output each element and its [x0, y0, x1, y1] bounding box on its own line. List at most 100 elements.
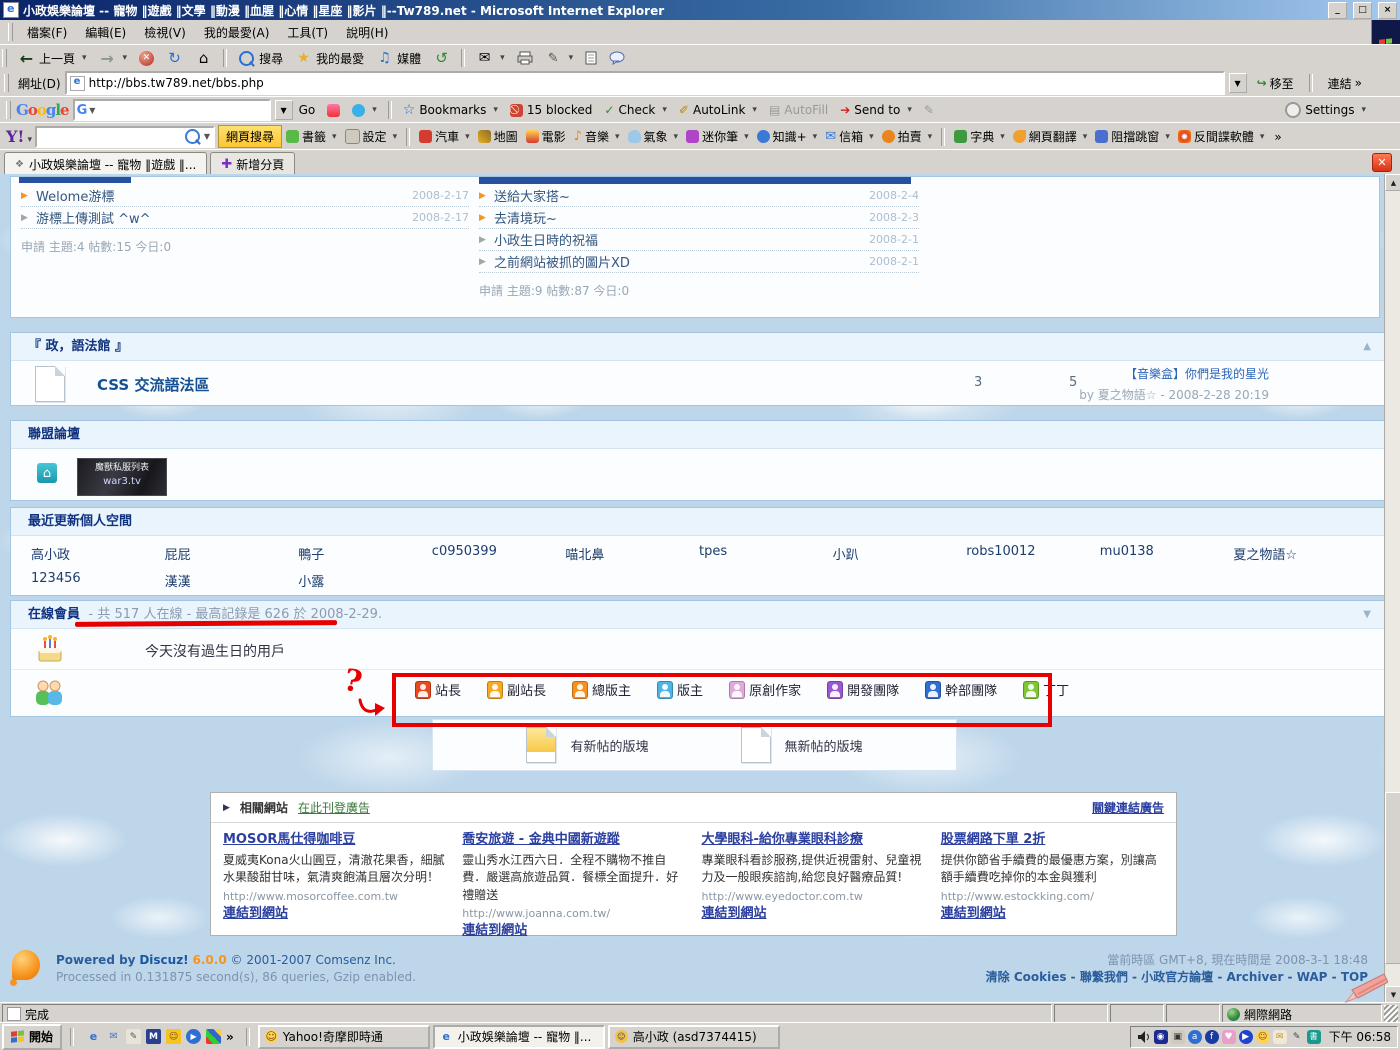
stop-button[interactable]: ✕ [133, 48, 160, 69]
alliance-banner[interactable]: 魔獸私服列表 war3.tv [77, 458, 167, 496]
network-icon[interactable]: ▣ [1171, 1030, 1185, 1044]
thread-row[interactable]: ▶ 之前網站被抓的圖片XD 2008-2-1 [479, 251, 919, 273]
ad-visit-link[interactable]: 連結到網站 [702, 905, 925, 924]
user-link[interactable]: tpes [699, 544, 833, 563]
yahoo-dictionary-button[interactable]: 字典 [950, 126, 1009, 147]
messenger-a-icon[interactable]: a [1188, 1030, 1202, 1044]
toolbar-close-button[interactable]: ✕ [1372, 153, 1392, 172]
thread-title[interactable]: Welome游標 [36, 186, 114, 205]
ime-icon[interactable]: 書 [1307, 1030, 1321, 1044]
address-dropdown-button[interactable]: ▼ [1229, 73, 1247, 93]
user-link[interactable]: 123456 [31, 571, 165, 590]
yahoo-movies-button[interactable]: 電影 [522, 126, 570, 147]
home-button[interactable]: ⌂ [189, 47, 218, 70]
mail-notify-icon[interactable]: ✉ [1273, 1030, 1287, 1044]
task-window-chat[interactable]: ☺ 高小政 (asd7374415) [608, 1025, 780, 1049]
editor-icon[interactable]: ✎ [126, 1029, 141, 1044]
yahoo-auction-button[interactable]: 拍賣 [878, 126, 937, 147]
menu-tools[interactable]: 工具(T) [278, 21, 337, 44]
yahoo-mail-button[interactable]: ✉信箱 [821, 126, 877, 147]
google-news-button[interactable] [321, 101, 346, 120]
highlighter-button[interactable]: ✎ [918, 100, 940, 120]
smiley-tray-icon[interactable]: ☺ [1256, 1030, 1270, 1044]
footer-links[interactable]: 清除 Cookies - 聯繫我們 - 小政官方論壇 - Archiver - … [986, 969, 1368, 986]
close-button[interactable]: × [1378, 2, 1397, 19]
user-link[interactable]: 小露 [298, 571, 432, 590]
menu-help[interactable]: 說明(H) [337, 21, 397, 44]
pet-icon[interactable]: ☺ [166, 1029, 181, 1044]
thread-row[interactable]: ▶ 去清境玩~ 2008-2-3 [479, 207, 919, 229]
collapse-icon[interactable]: ▲ [1363, 333, 1371, 360]
google-search-dropdown[interactable]: ▼ [275, 100, 293, 120]
ad-visit-link[interactable]: 連結到網站 [941, 905, 1164, 924]
section-header[interactable]: 聯盟論壇 [11, 421, 1387, 449]
pen-tray-icon[interactable]: ✎ [1290, 1030, 1304, 1044]
links-button[interactable]: 連結 » [1322, 74, 1368, 93]
taskbar-clock[interactable]: 下午 06:58 [1329, 1028, 1391, 1045]
favorites-button[interactable]: ★ 我的最愛 [289, 47, 370, 70]
section-header[interactable]: 『 政，語法館 』 ▲ [11, 333, 1387, 361]
outlook-icon[interactable]: ✉ [106, 1029, 121, 1044]
start-button[interactable]: 開始 [2, 1024, 62, 1050]
user-link[interactable]: 鴨子 [298, 544, 432, 563]
thread-title[interactable]: 送給大家搭~ [494, 186, 570, 205]
minimize-button[interactable]: _ [1328, 2, 1347, 19]
yahoo-settings-button[interactable]: 設定 [341, 126, 402, 147]
history-button[interactable]: ↺ [427, 47, 456, 70]
toolbar-grip[interactable] [4, 74, 9, 92]
print-button[interactable] [511, 48, 539, 68]
user-link[interactable]: 夏之物語☆ [1233, 544, 1367, 563]
menu-file[interactable]: 檔案(F) [18, 21, 76, 44]
last-post-link[interactable]: 【音樂盒】你們是我的星光 [1079, 365, 1269, 382]
search-button[interactable]: 搜尋 [232, 47, 289, 70]
sendto-button[interactable]: ➔ Send to [834, 100, 918, 120]
thread-row[interactable]: ▶ Welome游標 2008-2-17 [21, 185, 469, 207]
user-link[interactable]: robs10012 [966, 544, 1100, 563]
resize-grip[interactable] [1384, 1005, 1398, 1023]
task-window-messenger[interactable]: ☺ Yahoo!奇摩即時通 [258, 1025, 430, 1049]
ad-visit-link[interactable]: 連結到網站 [223, 905, 446, 924]
address-input[interactable]: http://bbs.tw789.net/bbs.php [65, 71, 1225, 95]
dropdown-arrow-icon[interactable]: ▼ [89, 106, 95, 115]
yahoo-music-button[interactable]: ♪音樂 [570, 126, 624, 147]
discuz-brand-link[interactable]: Discuz! [139, 953, 188, 967]
collapse-icon[interactable]: ▼ [1363, 601, 1371, 628]
user-link[interactable]: 漢漢 [165, 571, 299, 590]
user-link[interactable]: 喵北鼻 [565, 544, 699, 563]
ad-visit-link[interactable]: 連結到網站 [462, 922, 685, 941]
autolink-button[interactable]: ✐ AutoLink [673, 100, 763, 120]
thread-title[interactable]: 去清境玩~ [494, 208, 557, 227]
maximize-button[interactable]: □ [1353, 2, 1372, 19]
last-post-by[interactable]: by 夏之物語☆ - 2008-2-28 20:19 [1079, 386, 1269, 403]
yahoo-minipen-button[interactable]: 迷你筆 [682, 126, 753, 147]
messenger-f-icon[interactable]: f [1205, 1030, 1219, 1044]
back-button[interactable]: ← 上一頁 [12, 47, 93, 70]
ad-title-link[interactable]: MOSOR馬仕得咖啡豆 [223, 831, 446, 850]
yahoo-logo[interactable]: Y! [6, 127, 32, 146]
scroll-up-button[interactable]: ▲ [1385, 174, 1400, 191]
dropdown-arrow-icon[interactable]: ▼ [204, 132, 210, 141]
user-link[interactable]: 高小政 [31, 544, 165, 563]
menu-edit[interactable]: 編輯(E) [76, 21, 135, 44]
google-search-input[interactable]: G ▼ [73, 99, 271, 121]
thread-row[interactable]: ▶ 送給大家搭~ 2008-2-4 [479, 185, 919, 207]
menu-favorites[interactable]: 我的最愛(A) [195, 21, 279, 44]
section-header[interactable]: 最近更新個人空間 [11, 508, 1387, 536]
photos-icon[interactable] [206, 1029, 221, 1044]
ie-icon[interactable]: e [86, 1029, 101, 1044]
scrollbar-thumb[interactable] [1385, 792, 1400, 964]
yahoo-translate-button[interactable]: 網頁翻譯 [1009, 126, 1092, 147]
vertical-scrollbar[interactable]: ▲ ▼ [1384, 174, 1400, 1003]
yahoo-antispy-button[interactable]: 反間諜軟體 [1174, 126, 1269, 147]
yahoo-weather-button[interactable]: 氣象 [624, 126, 683, 147]
forum-link[interactable]: CSS 交流語法區 [97, 374, 209, 395]
forward-button[interactable]: → [93, 47, 134, 70]
keyword-ads-link[interactable]: 關鍵連結廣告 [1092, 799, 1164, 816]
thread-row[interactable]: ▶ 小政生日時的祝福 2008-2-1 [479, 229, 919, 251]
thread-title[interactable]: 小政生日時的祝福 [494, 230, 598, 249]
yahoo-search-input[interactable]: ▼ [35, 126, 215, 148]
google-comment-button[interactable] [346, 101, 383, 120]
toolbar-overflow-chevron[interactable]: » [1274, 130, 1281, 144]
user-link[interactable]: 小趴 [833, 544, 967, 563]
radio-icon[interactable]: ◉ [1154, 1030, 1168, 1044]
